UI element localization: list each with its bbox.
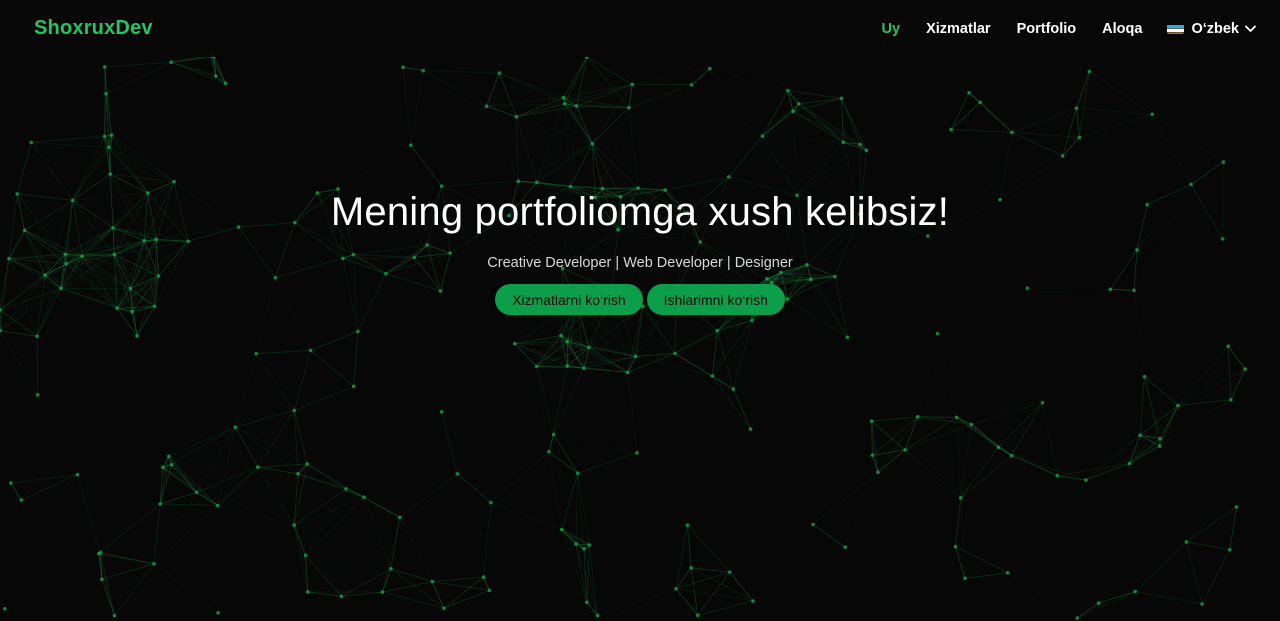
- language-selector[interactable]: O‘zbek: [1167, 20, 1256, 38]
- network-nodes: [0, 53, 1247, 620]
- nav-link-portfolio[interactable]: Portfolio: [1017, 21, 1077, 37]
- view-services-button[interactable]: Xizmatlarni ko‘rish: [495, 284, 643, 315]
- hero-section: Mening portfoliomga xush kelibsiz! Creat…: [0, 190, 1280, 315]
- view-works-button[interactable]: Ishlarimni ko‘rish: [646, 284, 785, 315]
- nav-link-uy[interactable]: Uy: [882, 21, 901, 37]
- hero-buttons: Xizmatlarni ko‘rish Ishlarimni ko‘rish: [0, 284, 1280, 315]
- hero-subtitle: Creative Developer | Web Developer | Des…: [487, 255, 793, 271]
- brand-logo[interactable]: ShoxruxDev: [34, 17, 153, 40]
- hero-title: Mening portfoliomga xush kelibsiz!: [330, 190, 950, 234]
- nav-link-xizmatlar[interactable]: Xizmatlar: [926, 21, 990, 37]
- navbar: ShoxruxDev Uy Xizmatlar Portfolio Aloqa …: [0, 0, 1280, 57]
- uzbekistan-flag-icon: [1167, 23, 1185, 34]
- nav-link-aloqa[interactable]: Aloqa: [1102, 21, 1142, 37]
- network-lines: [0, 55, 1246, 619]
- nav-links: Uy Xizmatlar Portfolio Aloqa O‘zbek: [856, 20, 1256, 38]
- chevron-down-icon: [1245, 20, 1256, 38]
- language-label: O‘zbek: [1191, 20, 1239, 37]
